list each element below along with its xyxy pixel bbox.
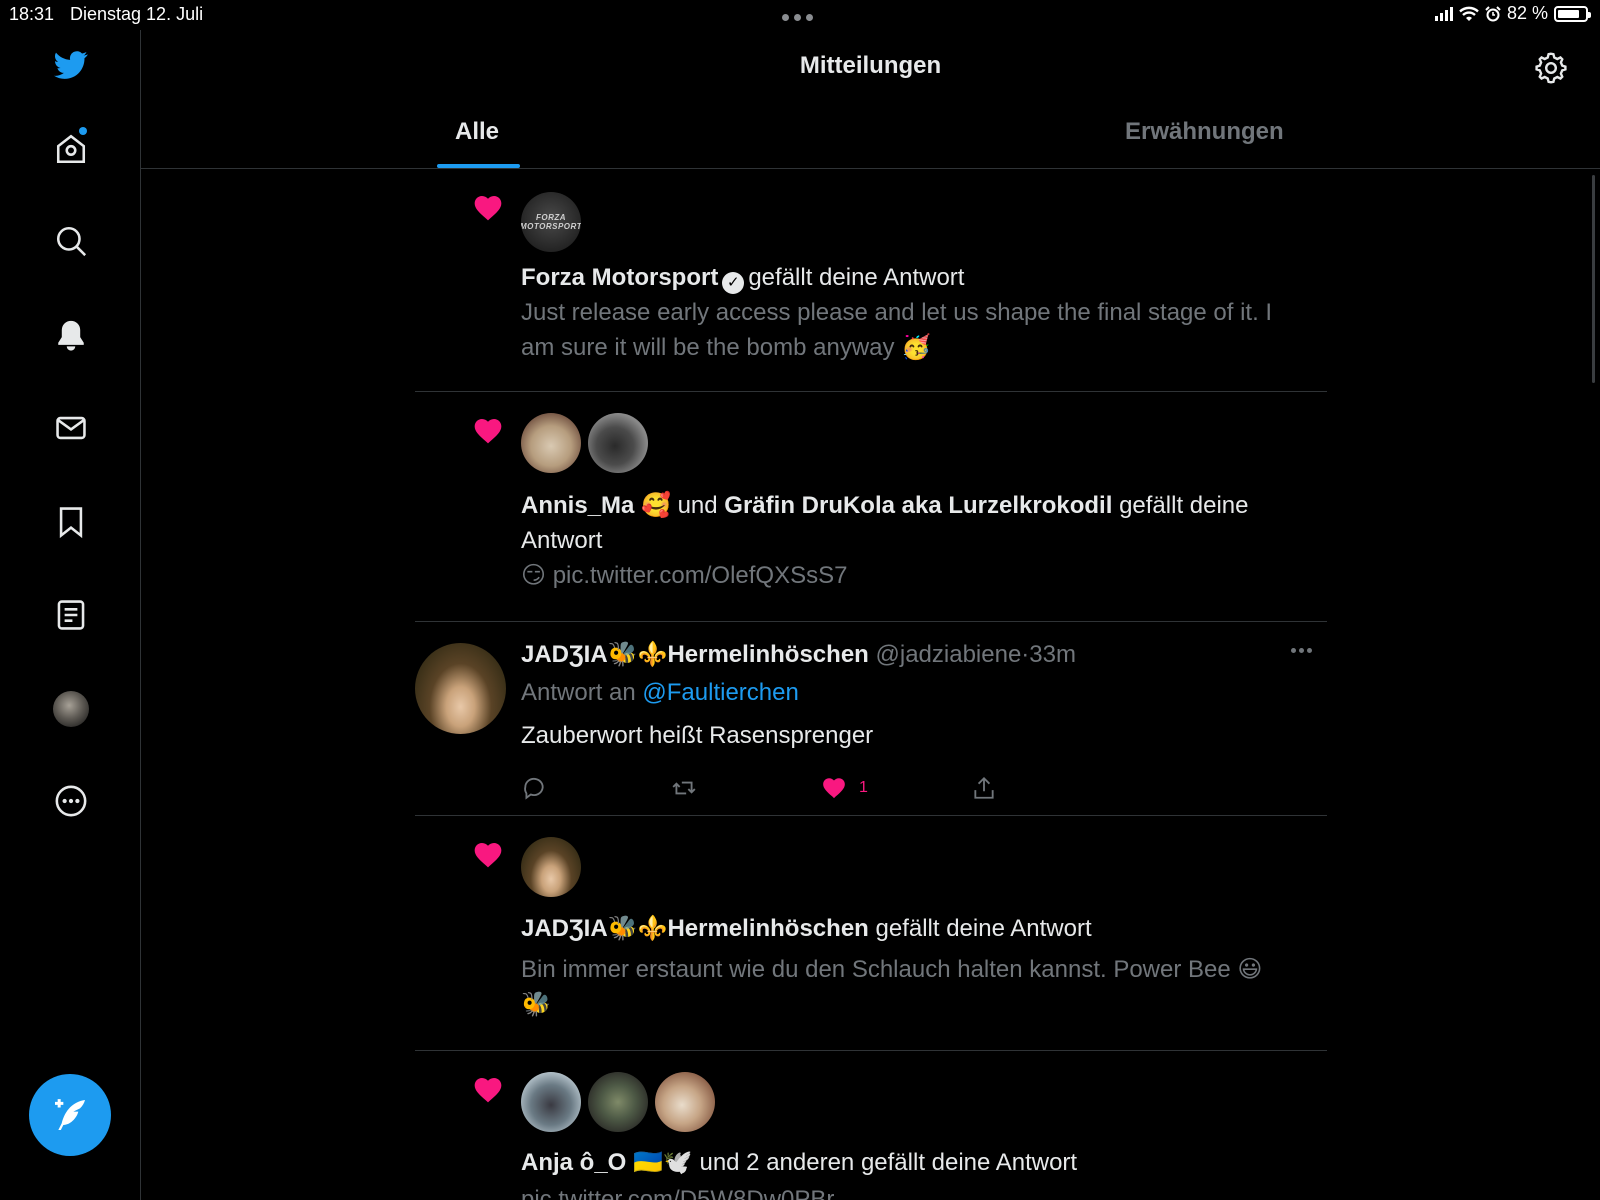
author-name[interactable]: JADƷIA🐝⚜️Hermelinhöschen (521, 641, 869, 668)
home-unread-badge (79, 127, 87, 135)
heart-icon (474, 1078, 502, 1103)
retweet-button[interactable] (671, 773, 697, 803)
heart-icon (474, 196, 502, 221)
reply-preview-line: pic.twitter.com/D5W8Dw0PBr (521, 1186, 835, 1200)
avatar-logo-line: FORZA (535, 213, 567, 222)
heart-filled-icon (823, 778, 845, 799)
retweet-icon (672, 781, 696, 795)
actor-name[interactable]: Anja ô_O 🇺🇦🕊️ (521, 1149, 693, 1176)
bookmark-icon[interactable] (52, 503, 90, 541)
home-icon[interactable] (52, 130, 90, 168)
compose-button[interactable] (29, 1074, 111, 1156)
cellular-signal-icon (1434, 6, 1453, 21)
reply-preview-line: Just release early access please and let… (521, 299, 1273, 326)
reply-icon (524, 777, 544, 800)
tabs-divider (141, 168, 1600, 169)
reply-button[interactable] (521, 773, 547, 803)
notification-action: gefällt deine Antwort (875, 915, 1092, 942)
tweet-time[interactable]: 33m (1029, 641, 1076, 668)
share-icon (974, 776, 994, 799)
reply-tweet[interactable]: JADƷIA🐝⚜️Hermelinhöschen @jadziabiene·33… (415, 623, 1327, 816)
liker-avatar[interactable] (655, 1072, 715, 1132)
anja-avatar[interactable] (521, 1072, 581, 1132)
actor-name[interactable]: Annis_Ma 🥰 (521, 492, 671, 519)
battery-icon (1554, 5, 1591, 22)
notification-action: gefällt deine (1119, 492, 1249, 519)
gear-icon (1535, 52, 1567, 84)
verified-badge-icon: ✓ (722, 272, 745, 294)
battery-percent: 82 % (1506, 3, 1548, 23)
author-handle[interactable]: @jadziabiene (876, 641, 1022, 668)
jadzia-avatar[interactable] (521, 837, 581, 897)
avatar-logo-line: MOTORSPORT (521, 222, 581, 231)
twitter-bird-icon[interactable] (52, 46, 90, 84)
compose-feather-icon (55, 1099, 85, 1130)
annis-ma-avatar[interactable] (521, 413, 581, 473)
reply-prefix: Antwort an (521, 679, 636, 706)
notification-item[interactable]: JADƷIA🐝⚜️Hermelinhöschen gefällt deine A… (415, 817, 1327, 1051)
forza-motorsport-avatar[interactable]: FORZA MOTORSPORT (521, 192, 581, 252)
notification-action: und 2 anderen gefällt deine Antwort (699, 1149, 1078, 1176)
battery-level (1558, 9, 1580, 18)
share-button[interactable] (971, 773, 997, 803)
reply-to-mention[interactable]: @Faultierchen (642, 679, 798, 706)
notification-action: gefällt deine Antwort (748, 264, 965, 291)
reply-preview-line: 😏 pic.twitter.com/OlefQXSsS7 (521, 562, 848, 589)
page-title: Mitteilungen (799, 52, 942, 79)
notification-action-wrap: Antwort (521, 527, 603, 554)
notification-headline: JADƷIA🐝⚜️Hermelinhöschen gefällt deine A… (521, 911, 1092, 946)
search-icon[interactable] (52, 222, 90, 260)
status-indicators: 82 % (1434, 3, 1591, 24)
tab-mentions[interactable]: Erwähnungen (1125, 118, 1284, 146)
like-count: 1 (859, 779, 868, 796)
mail-icon[interactable] (52, 409, 90, 447)
reply-preview-line: Bin immer erstaunt wie du den Schlauch h… (521, 956, 1263, 983)
grafin-drukola-avatar[interactable] (588, 413, 648, 473)
notification-item[interactable]: Anja ô_O 🇺🇦🕊️ und 2 anderen gefällt dein… (415, 1052, 1327, 1200)
tweet-actions: 1 (521, 773, 1001, 803)
tweet-header: JADƷIA🐝⚜️Hermelinhöschen @jadziabiene·33… (521, 637, 1076, 672)
status-date: Dienstag 12. Juli (70, 4, 204, 24)
status-bar: 18:31 Dienstag 12. Juli 82 % (0, 0, 1600, 30)
tweet-text: Zauberwort heißt Rasensprenger (521, 722, 874, 749)
reply-context: Antwort an @Faultierchen (521, 675, 799, 710)
notification-item[interactable]: Annis_Ma 🥰 und Gräfin DruKola aka Lurzel… (415, 393, 1327, 622)
reply-preview-line: am sure it will be the bomb anyway 🥳 (521, 334, 932, 361)
more-circle-icon[interactable] (52, 782, 90, 820)
notification-headline: Forza Motorsport ✓ gefällt deine Antwort (521, 260, 964, 295)
profile-avatar[interactable] (53, 691, 89, 727)
conjunction: und (677, 492, 718, 519)
tab-all[interactable]: Alle (455, 118, 499, 146)
notification-item[interactable]: FORZA MOTORSPORT Forza Motorsport ✓ gefäll… (415, 170, 1327, 392)
bell-icon[interactable] (52, 316, 90, 354)
reply-preview-line: 🐝 (521, 991, 551, 1018)
more-options-icon[interactable] (1291, 648, 1312, 653)
multitasking-dots-icon[interactable] (782, 14, 813, 21)
wifi-icon (1459, 6, 1479, 21)
actor-name[interactable]: JADƷIA🐝⚜️Hermelinhöschen (521, 915, 869, 942)
alarm-icon (1485, 5, 1501, 21)
actor-name[interactable]: Forza Motorsport (521, 264, 718, 291)
heart-icon (474, 843, 502, 868)
sidebar (0, 30, 141, 1200)
lists-icon[interactable] (52, 596, 90, 634)
like-button[interactable]: 1 (821, 773, 868, 803)
notification-headline: Anja ô_O 🇺🇦🕊️ und 2 anderen gefällt dein… (521, 1145, 1077, 1180)
heart-icon (474, 419, 502, 444)
settings-button[interactable] (1533, 50, 1571, 88)
jadzia-avatar[interactable] (415, 643, 506, 734)
actor-name[interactable]: Gräfin DruKola aka Lurzelkrokodil (724, 492, 1112, 519)
status-time: 18:31 (9, 4, 55, 24)
liker-avatar[interactable] (588, 1072, 648, 1132)
scrollbar[interactable] (1592, 175, 1595, 383)
notification-headline: Annis_Ma 🥰 und Gräfin DruKola aka Lurzel… (521, 488, 1249, 523)
